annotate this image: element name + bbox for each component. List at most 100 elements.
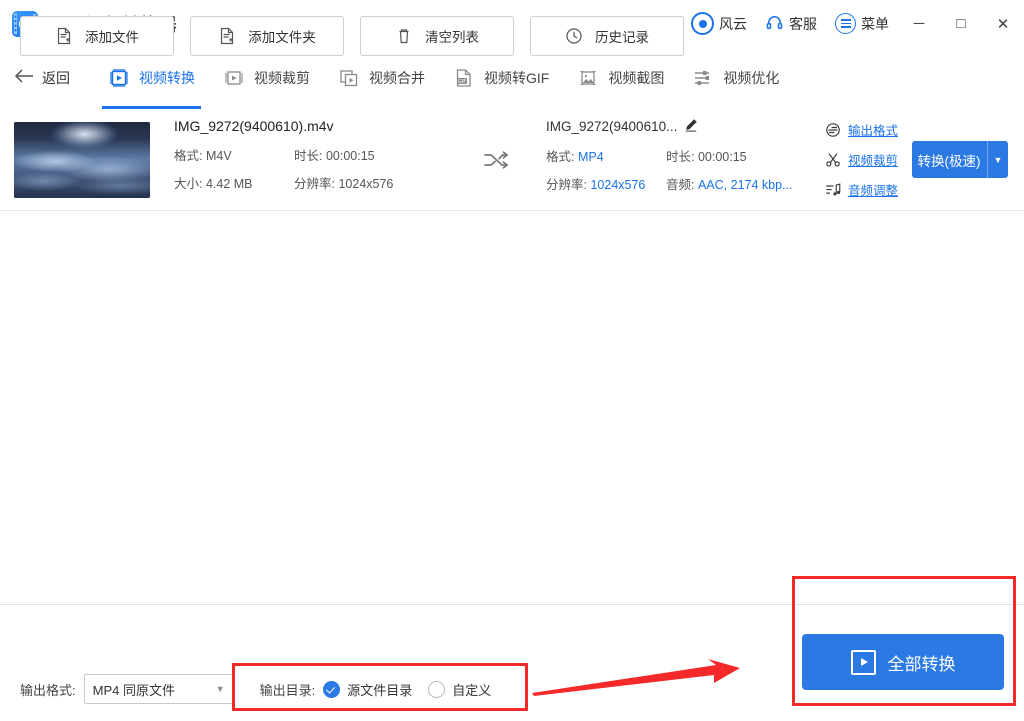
tab-label: 视频合并	[369, 70, 425, 86]
tab-video-optimize[interactable]: 视频优化	[678, 47, 793, 109]
output-meta-row-2: 分辨率: 1024x576 音频: AAC, 2174 kbp...	[546, 174, 806, 193]
action-label: 音频调整	[847, 184, 898, 198]
shuffle-arrows-icon	[482, 148, 512, 172]
app-window: 风云视频转换器 风云 客服	[0, 0, 1024, 721]
output-format-select[interactable]: MP4 同原文件 ▼	[83, 674, 234, 704]
output-duration-value: 00:00:15	[697, 149, 747, 164]
audio-adjust-action[interactable]: 音频调整	[825, 180, 898, 199]
source-resolution-label: 分辨率:	[294, 177, 335, 191]
convert-all-label: 全部转换	[887, 654, 956, 674]
chevron-down-icon[interactable]: ▼	[994, 155, 1003, 165]
output-filename-wrap[interactable]: IMG_9272(9400610...	[546, 118, 806, 135]
nav-bar: 返回 视频转换 视频裁剪 视频合并 GIF 视频转GIF 视频截图 视频优化	[0, 47, 1024, 110]
output-filename: IMG_9272(9400610...	[546, 118, 678, 134]
video-screenshot-icon	[577, 67, 599, 89]
radio-unchecked-icon	[428, 680, 446, 698]
scissors-icon	[825, 152, 841, 168]
video-convert-icon	[108, 67, 130, 89]
tab-video-merge[interactable]: 视频合并	[324, 47, 439, 109]
pencil-edit-icon[interactable]	[684, 118, 698, 135]
output-directory-label: 输出目录:	[259, 682, 316, 698]
add-file-button[interactable]: 添加文件	[20, 16, 174, 56]
row-actions: 输出格式 视频裁剪 音频调整 转换(极速) ▼	[825, 120, 1024, 199]
chevron-down-icon: ▼	[215, 684, 225, 694]
source-meta-row-2: 大小: 4.42 MB 分辨率: 1024x576	[174, 173, 454, 192]
action-label: 输出格式	[847, 124, 898, 138]
svg-text:GIF: GIF	[458, 79, 466, 85]
history-clock-icon	[565, 27, 583, 45]
button-label: 添加文件夹	[248, 30, 316, 45]
source-duration-label: 时长:	[294, 149, 323, 163]
source-resolution-value: 1024x576	[338, 177, 394, 191]
tab-label: 视频转换	[139, 70, 195, 86]
video-to-gif-icon: GIF	[453, 67, 475, 89]
source-format-value: M4V	[205, 149, 232, 163]
user-circle-icon	[691, 12, 714, 35]
source-size-label: 大小:	[174, 177, 203, 191]
source-file-info: IMG_9272(9400610).m4v 格式: M4V 时长: 00:00:…	[174, 118, 454, 201]
arrow-left-icon	[14, 68, 34, 88]
support-button[interactable]: 客服	[756, 0, 826, 47]
radio-source-directory[interactable]: 源文件目录	[323, 680, 412, 699]
tab-video-crop[interactable]: 视频裁剪	[209, 47, 324, 109]
button-label: 添加文件	[85, 30, 139, 45]
output-resolution-value[interactable]: 1024x576	[590, 178, 645, 192]
video-merge-icon	[338, 67, 360, 89]
source-duration-value: 00:00:15	[325, 149, 375, 163]
radio-custom-directory[interactable]: 自定义	[428, 680, 491, 699]
output-directory-group: 输出目录: 源文件目录 自定义	[260, 680, 508, 699]
table-row[interactable]: IMG_9272(9400610).m4v 格式: M4V 时长: 00:00:…	[0, 109, 1024, 211]
tab-video-screenshot[interactable]: 视频截图	[563, 47, 678, 109]
close-icon[interactable]: ✕	[982, 0, 1024, 47]
output-audio-label: 音频:	[666, 177, 695, 192]
account-button[interactable]: 风云	[682, 0, 756, 47]
convert-button-divider	[986, 141, 988, 178]
output-format-icon	[825, 122, 841, 138]
audio-note-icon	[825, 182, 841, 198]
source-filename: IMG_9272(9400610).m4v	[174, 118, 334, 134]
output-format-value[interactable]: MP4	[578, 150, 604, 164]
button-label: 历史记录	[595, 30, 649, 45]
clear-list-button[interactable]: 清空列表	[360, 16, 514, 56]
video-optimize-icon	[692, 67, 714, 89]
account-label: 风云	[719, 15, 747, 32]
video-thumbnail	[14, 121, 150, 198]
convert-button[interactable]: 转换(极速) ▼	[912, 141, 1008, 178]
tab-video-to-gif[interactable]: GIF 视频转GIF	[439, 47, 563, 109]
output-audio-value[interactable]: AAC, 2174 kbp...	[698, 178, 793, 192]
file-list: IMG_9272(9400610).m4v 格式: M4V 时长: 00:00:…	[0, 109, 1024, 604]
output-settings-row: 输出格式: MP4 同原文件 ▼ 输出目录: 源文件目录 自定义	[20, 674, 507, 704]
output-format-label: 格式:	[546, 149, 575, 164]
output-file-info: IMG_9272(9400610... 格式: MP4 时长: 00:00:15	[546, 118, 806, 202]
support-label: 客服	[789, 15, 817, 32]
video-crop-action[interactable]: 视频裁剪	[825, 150, 898, 169]
back-button[interactable]: 返回	[14, 47, 70, 109]
minimize-icon[interactable]: ─	[898, 0, 940, 47]
output-format-label: 输出格式:	[20, 682, 76, 698]
convert-all-button[interactable]: 全部转换	[802, 634, 1004, 690]
tab-video-convert[interactable]: 视频转换	[94, 47, 209, 109]
menu-button[interactable]: 菜单	[826, 0, 898, 47]
radio-label: 自定义	[452, 682, 492, 698]
maximize-icon[interactable]: □	[940, 0, 982, 47]
tab-label: 视频转GIF	[484, 70, 550, 86]
history-button[interactable]: 历史记录	[530, 16, 684, 56]
tab-label: 视频截图	[608, 70, 665, 86]
play-box-icon	[850, 649, 876, 675]
output-duration-label: 时长:	[666, 149, 695, 164]
tab-label: 视频裁剪	[254, 70, 310, 86]
output-meta-row-1: 格式: MP4 时长: 00:00:15	[546, 146, 806, 165]
add-file-icon	[55, 27, 73, 45]
output-format-action[interactable]: 输出格式	[825, 120, 898, 139]
button-label: 清空列表	[425, 30, 479, 45]
source-format-label: 格式:	[174, 149, 203, 163]
convert-button-label: 转换(极速)	[917, 153, 981, 169]
video-crop-icon	[223, 67, 245, 89]
headset-icon	[765, 13, 784, 35]
source-size-value: 4.42 MB	[205, 177, 253, 191]
trash-icon	[395, 27, 413, 45]
action-label: 视频裁剪	[847, 154, 898, 168]
source-meta-row-1: 格式: M4V 时长: 00:00:15	[174, 145, 454, 164]
list-menu-icon	[835, 13, 856, 34]
add-folder-button[interactable]: 添加文件夹	[190, 16, 344, 56]
